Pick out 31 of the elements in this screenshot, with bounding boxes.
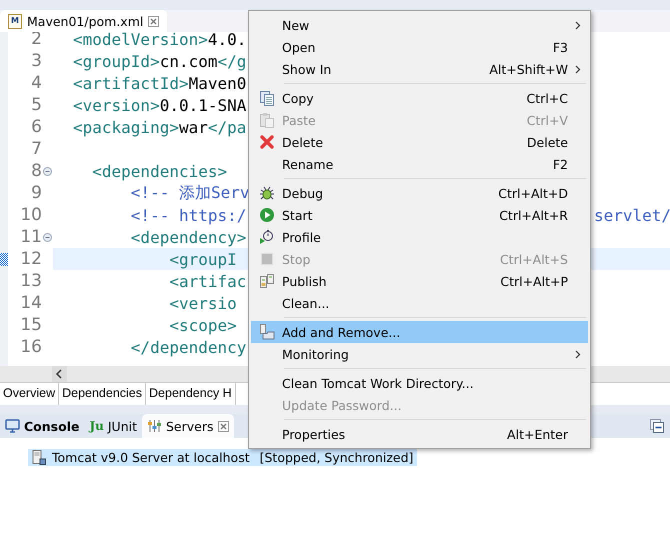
code-line: <packaging>war</pa [73, 118, 246, 136]
line-number: 7 [30, 139, 42, 159]
code-line: <!-- https:/ [130, 206, 246, 224]
line-number: 4 [30, 73, 42, 93]
line-number: 9 [30, 183, 42, 203]
code-line: <artifactId>Maven0 [73, 74, 246, 92]
code-line: <versio [168, 294, 237, 312]
line-number: 6 [30, 117, 42, 137]
junit-icon: Ju [89, 419, 104, 433]
line-number: 3 [30, 51, 42, 71]
line-number: 10 [19, 205, 42, 225]
maven-file-icon: M [8, 14, 22, 28]
line-number: 13 [19, 271, 42, 291]
code-line: </dependency [130, 338, 246, 356]
line-number: 15 [19, 315, 42, 335]
line-number: 5 [30, 95, 42, 115]
code-line: servlet/ [594, 206, 670, 224]
line-number: 14 [19, 293, 42, 313]
line-number: 8 [30, 161, 42, 181]
code-line: <version>0.0.1-SNA [73, 96, 246, 114]
code-line: <groupI [168, 250, 237, 268]
code-line: <dependency> [130, 228, 246, 246]
line-number: 11 [19, 227, 42, 247]
line-number: 12 [19, 249, 42, 269]
line-number: 16 [19, 337, 42, 357]
code-line: <artifac [168, 272, 246, 290]
code-line: <scope> [168, 316, 237, 334]
code-line: <modelVersion>4.0. [73, 32, 246, 48]
code-line: <groupId>cn.com</g [73, 52, 246, 70]
code-line: <!-- 添加Serv [130, 182, 250, 202]
code-line: <dependencies> [91, 162, 228, 180]
